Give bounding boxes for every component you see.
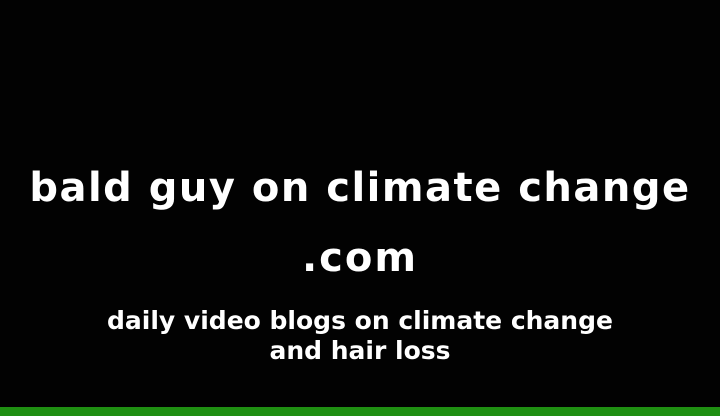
site-title-line-1: bald guy on climate change (29, 165, 691, 211)
bottom-color-bar (0, 407, 720, 416)
tagline-line-2: and hair loss (269, 336, 451, 365)
title-card: bald guy on climate change .com daily vi… (0, 0, 720, 416)
site-title-line-2: .com (301, 235, 419, 281)
tagline-line-1: daily video blogs on climate change (107, 306, 613, 335)
